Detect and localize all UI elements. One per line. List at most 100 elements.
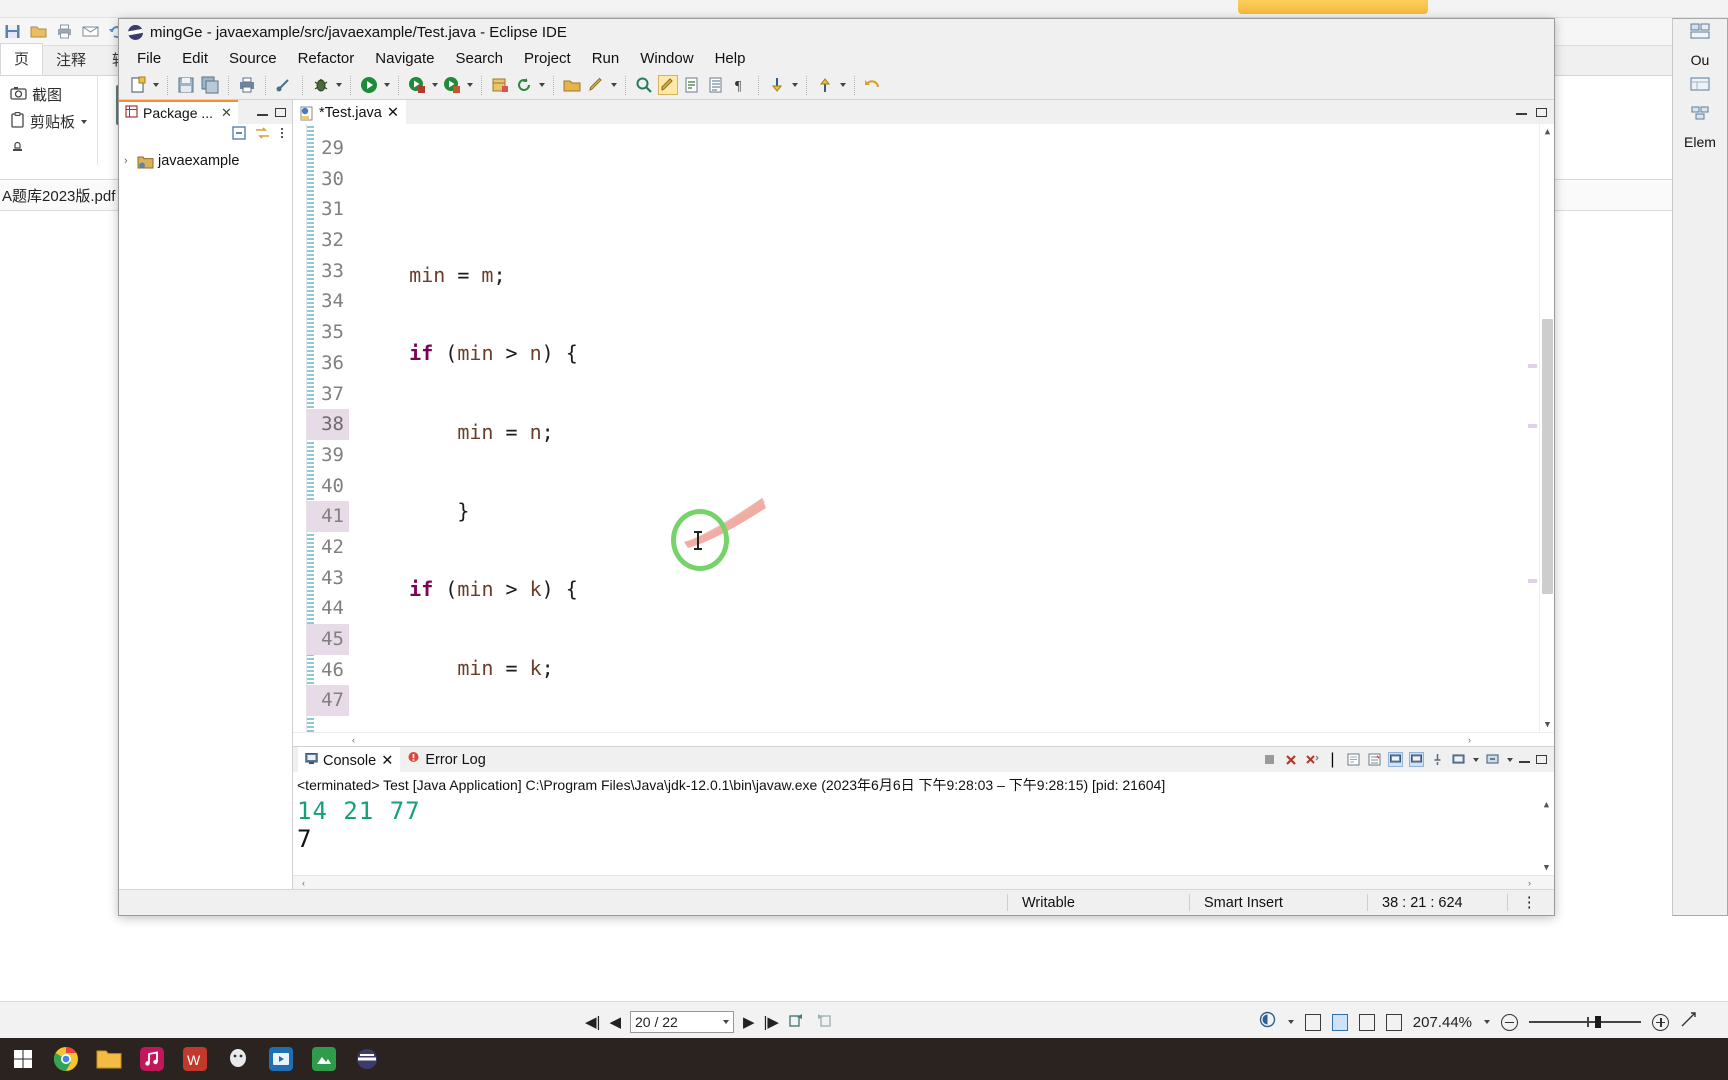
view-menu-icon[interactable] — [279, 126, 285, 145]
chevron-down-icon[interactable] — [539, 83, 545, 87]
scroll-right-icon[interactable]: › — [1523, 876, 1536, 889]
page-number-input[interactable]: 20 / 22 — [629, 1011, 734, 1033]
chevron-down-icon[interactable] — [792, 83, 798, 87]
show-console-on-error-icon[interactable] — [1409, 752, 1424, 767]
zoom-in-button[interactable] — [1652, 1013, 1669, 1031]
next-edit-location-icon[interactable] — [767, 75, 787, 95]
collapse-all-icon[interactable] — [232, 125, 246, 145]
tab-error-log[interactable]: Error Log — [400, 749, 492, 770]
save-icon[interactable] — [4, 23, 21, 40]
run-configurations-icon[interactable] — [442, 75, 462, 95]
open-type-icon[interactable] — [562, 75, 582, 95]
two-page-view-icon[interactable] — [1358, 1013, 1375, 1031]
remove-launch-icon[interactable] — [1283, 752, 1298, 767]
source-editor[interactable]: 29 30 31 32 33 34 35 36 37 38 39 40 41 4… — [293, 124, 1554, 732]
eclipse-taskbar-icon[interactable] — [352, 1044, 382, 1074]
previous-annotation-icon[interactable] — [706, 75, 726, 95]
refresh-icon[interactable] — [514, 75, 534, 95]
minimize-icon[interactable] — [1519, 756, 1530, 763]
print-icon[interactable] — [237, 75, 257, 95]
menu-edit[interactable]: Edit — [182, 50, 208, 67]
extra-tool-button[interactable] — [8, 135, 89, 160]
code-line[interactable]: if (min > k) { — [349, 574, 1554, 605]
maximize-icon[interactable] — [275, 107, 286, 117]
annotation-ruler[interactable] — [293, 124, 307, 732]
paragraph-mark-icon[interactable]: ¶ — [730, 75, 750, 95]
chevron-down-icon[interactable] — [467, 83, 473, 87]
menu-file[interactable]: File — [137, 50, 161, 67]
chevron-down-icon[interactable] — [153, 83, 159, 87]
save-all-icon[interactable] — [200, 75, 220, 95]
close-icon[interactable]: ✕ — [221, 105, 232, 121]
properties-view-icon[interactable] — [1690, 76, 1710, 97]
run-as-icon[interactable] — [407, 75, 427, 95]
editor-horizontal-scrollbar[interactable]: ‹ › — [293, 732, 1554, 746]
scroll-up-icon[interactable]: ▲ — [1540, 124, 1554, 139]
link-with-editor-icon[interactable] — [255, 126, 270, 145]
open-console-icon[interactable] — [1485, 752, 1500, 767]
element-view-label[interactable]: Elem — [1684, 134, 1716, 150]
close-icon[interactable]: ✕ — [381, 753, 393, 769]
menu-bar[interactable]: File Edit Source Refactor Navigate Searc… — [119, 45, 1554, 71]
back-navigation-icon[interactable] — [863, 75, 883, 95]
zoom-slider[interactable] — [1529, 1016, 1641, 1028]
media-player-icon[interactable] — [266, 1044, 296, 1074]
rotate-view-icon[interactable] — [1259, 1011, 1276, 1033]
run-icon[interactable] — [359, 75, 379, 95]
minimize-icon[interactable] — [1516, 108, 1527, 115]
main-toolbar[interactable]: ¶ — [119, 71, 1554, 100]
save-icon[interactable] — [176, 75, 196, 95]
fit-width-icon[interactable] — [1680, 1011, 1698, 1033]
single-page-view-icon[interactable] — [1304, 1013, 1321, 1031]
debug-icon[interactable] — [311, 75, 331, 95]
chevron-down-icon[interactable] — [1473, 757, 1479, 762]
console-vertical-scrollbar[interactable]: ▲ ▼ — [1539, 797, 1554, 875]
code-line[interactable]: min = k; — [349, 653, 1554, 684]
code-line[interactable]: min = n; — [349, 417, 1554, 448]
code-line[interactable]: } — [349, 496, 1554, 527]
scroll-left-icon[interactable]: ‹ — [297, 876, 310, 889]
zoom-slider-knob[interactable] — [1595, 1016, 1601, 1028]
display-selected-console-icon[interactable] — [1451, 752, 1466, 767]
wps-writer-icon[interactable]: W — [180, 1044, 210, 1074]
chevron-down-icon[interactable] — [1287, 1020, 1294, 1024]
windows-taskbar[interactable]: W — [0, 1038, 1728, 1080]
next-annotation-icon[interactable] — [682, 75, 702, 95]
link-icon[interactable] — [274, 75, 294, 95]
chevron-down-icon[interactable] — [722, 1020, 729, 1024]
chrome-icon[interactable] — [51, 1044, 81, 1074]
remove-all-terminated-icon[interactable] — [1304, 752, 1319, 767]
element-view-icon[interactable] — [1690, 105, 1710, 126]
code-line[interactable]: min = m; — [349, 260, 1554, 291]
menu-project[interactable]: Project — [524, 50, 571, 67]
scroll-lock-icon[interactable] — [1367, 752, 1382, 767]
zoom-out-button[interactable] — [1501, 1013, 1518, 1031]
menu-run[interactable]: Run — [592, 50, 620, 67]
menu-source[interactable]: Source — [229, 50, 277, 67]
continuous-view-icon[interactable] — [1331, 1013, 1348, 1031]
menu-navigate[interactable]: Navigate — [375, 50, 434, 67]
zoom-percent-value[interactable]: 207.44% — [1413, 1014, 1472, 1031]
screen-capture-app-icon[interactable] — [309, 1044, 339, 1074]
clear-console-icon[interactable] — [1346, 752, 1361, 767]
terminate-icon[interactable] — [1262, 752, 1277, 767]
next-page-button[interactable]: ▶ — [743, 1013, 755, 1031]
two-page-continuous-view-icon[interactable] — [1385, 1013, 1402, 1031]
menu-window[interactable]: Window — [640, 50, 693, 67]
qq-icon[interactable] — [223, 1044, 253, 1074]
tab-package-explorer[interactable]: Package ... ✕ — [119, 100, 238, 124]
chevron-down-icon[interactable] — [1507, 757, 1513, 762]
first-page-button[interactable]: ◀| — [585, 1013, 600, 1031]
chevron-down-icon[interactable] — [611, 83, 617, 87]
scroll-down-icon[interactable]: ▼ — [1539, 860, 1554, 875]
new-wizard-icon[interactable] — [128, 75, 148, 95]
outline-view-label[interactable]: Ou — [1691, 52, 1710, 68]
next-view-icon[interactable] — [815, 1012, 833, 1033]
pin-console-icon[interactable] — [1430, 752, 1445, 767]
scroll-left-icon[interactable]: ‹ — [347, 733, 360, 746]
clipboard-button[interactable]: 剪贴板 — [8, 108, 89, 135]
last-page-button[interactable]: |▶ — [764, 1013, 779, 1031]
maximize-icon[interactable] — [1536, 755, 1547, 764]
close-icon[interactable]: ✕ — [387, 105, 399, 121]
ribbon-tab-annotate[interactable]: 注释 — [43, 45, 99, 75]
